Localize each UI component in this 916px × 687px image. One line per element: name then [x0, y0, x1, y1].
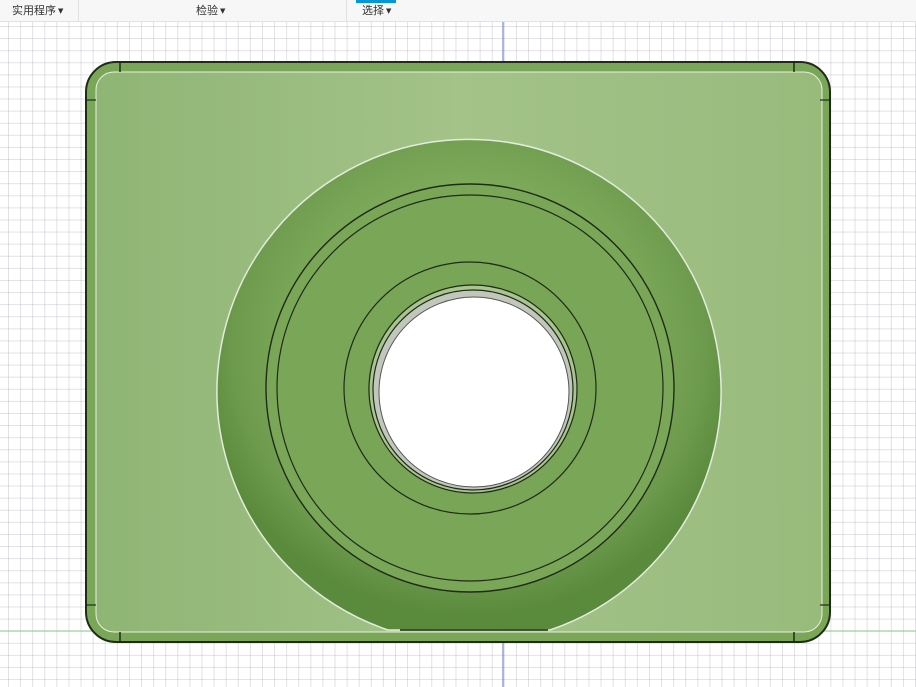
utilities-menu[interactable]: 实用程序 ▼	[12, 3, 63, 19]
inspect-menu-label: 检验	[196, 4, 218, 17]
toolbar: 实用程序 ▼ 检验 ▼ 选择 ▼	[0, 0, 916, 22]
toolbar-divider	[78, 0, 79, 22]
chevron-down-icon: ▼	[220, 7, 226, 15]
inspect-menu[interactable]: 检验 ▼	[196, 3, 225, 19]
toolbar-divider	[346, 0, 347, 22]
utilities-menu-label: 实用程序	[12, 4, 56, 17]
model-canvas[interactable]	[0, 22, 916, 687]
select-menu-label: 选择	[362, 4, 384, 17]
through-hole[interactable]	[368, 284, 578, 494]
select-menu[interactable]: 选择 ▼	[362, 3, 391, 19]
chevron-down-icon: ▼	[386, 7, 392, 15]
3d-viewport[interactable]	[0, 22, 916, 687]
chevron-down-icon: ▼	[58, 7, 64, 15]
